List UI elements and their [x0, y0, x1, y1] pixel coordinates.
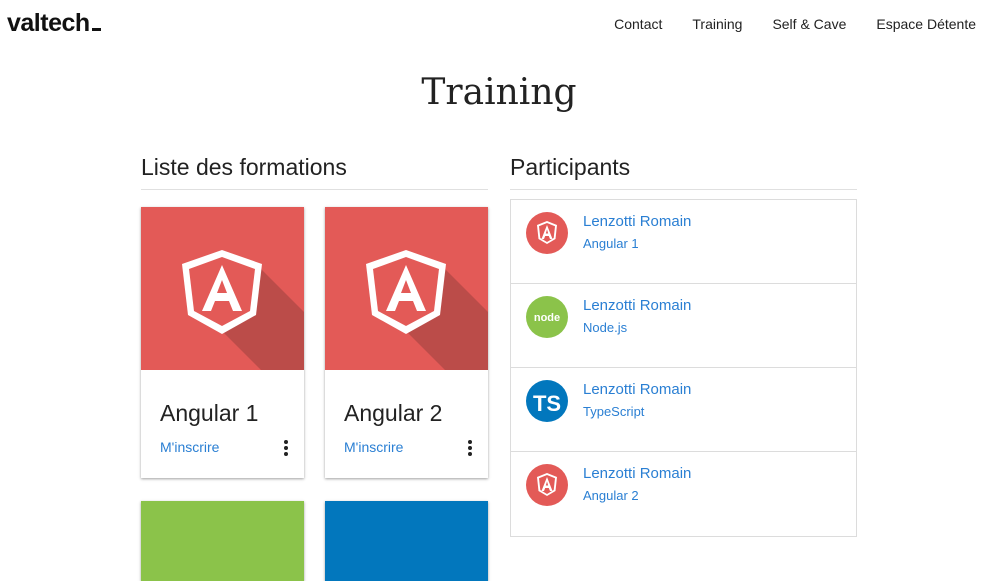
participants-list: Lenzotti Romain Angular 1 node Lenzotti … — [510, 199, 857, 537]
participants-heading: Participants — [510, 154, 857, 190]
nav-self-cave[interactable]: Self & Cave — [772, 16, 846, 32]
nav-espace-detente[interactable]: Espace Détente — [876, 16, 976, 32]
angular-icon — [366, 250, 488, 370]
formation-card-typescript[interactable] — [325, 501, 488, 581]
top-nav: Contact Training Self & Cave Espace Déte… — [614, 16, 976, 32]
valtech-logo[interactable]: valtech — [7, 9, 101, 38]
more-vert-icon[interactable] — [284, 440, 288, 458]
participant-course[interactable]: Node.js — [583, 320, 627, 335]
participant-course[interactable]: TypeScript — [583, 404, 644, 419]
register-button[interactable]: M'inscrire — [344, 439, 403, 455]
card-title: Angular 1 — [160, 400, 259, 426]
card-title: Angular 2 — [344, 400, 443, 426]
participant-item[interactable]: TS Lenzotti Romain TypeScript — [511, 368, 856, 452]
card-media — [325, 207, 488, 370]
more-vert-icon[interactable] — [468, 440, 472, 458]
participant-item[interactable]: Lenzotti Romain Angular 2 — [511, 452, 856, 535]
participant-course[interactable]: Angular 2 — [583, 488, 639, 503]
svg-text:node: node — [534, 312, 560, 324]
formation-card-nodejs[interactable] — [141, 501, 304, 581]
register-button[interactable]: M'inscrire — [160, 439, 219, 455]
node-icon: node — [526, 296, 568, 338]
formation-card-angular-2[interactable]: Angular 2 M'inscrire — [325, 207, 488, 478]
participant-name[interactable]: Lenzotti Romain — [583, 465, 691, 482]
formation-card-angular-1[interactable]: Angular 1 M'inscrire — [141, 207, 304, 478]
angular-icon — [526, 212, 568, 254]
card-media — [141, 207, 304, 370]
typescript-icon: TS — [526, 380, 568, 422]
participant-name[interactable]: Lenzotti Romain — [583, 213, 691, 230]
participant-name[interactable]: Lenzotti Romain — [583, 381, 691, 398]
participant-item[interactable]: node Lenzotti Romain Node.js — [511, 284, 856, 368]
page-title: Training — [421, 72, 577, 113]
formations-heading: Liste des formations — [141, 154, 488, 190]
svg-text:TS: TS — [533, 391, 561, 416]
participant-name[interactable]: Lenzotti Romain — [583, 297, 691, 314]
angular-icon — [526, 464, 568, 506]
angular-icon — [182, 250, 304, 370]
nav-training[interactable]: Training — [692, 16, 742, 32]
participant-course[interactable]: Angular 1 — [583, 236, 639, 251]
nav-contact[interactable]: Contact — [614, 16, 662, 32]
participant-item[interactable]: Lenzotti Romain Angular 1 — [511, 200, 856, 284]
